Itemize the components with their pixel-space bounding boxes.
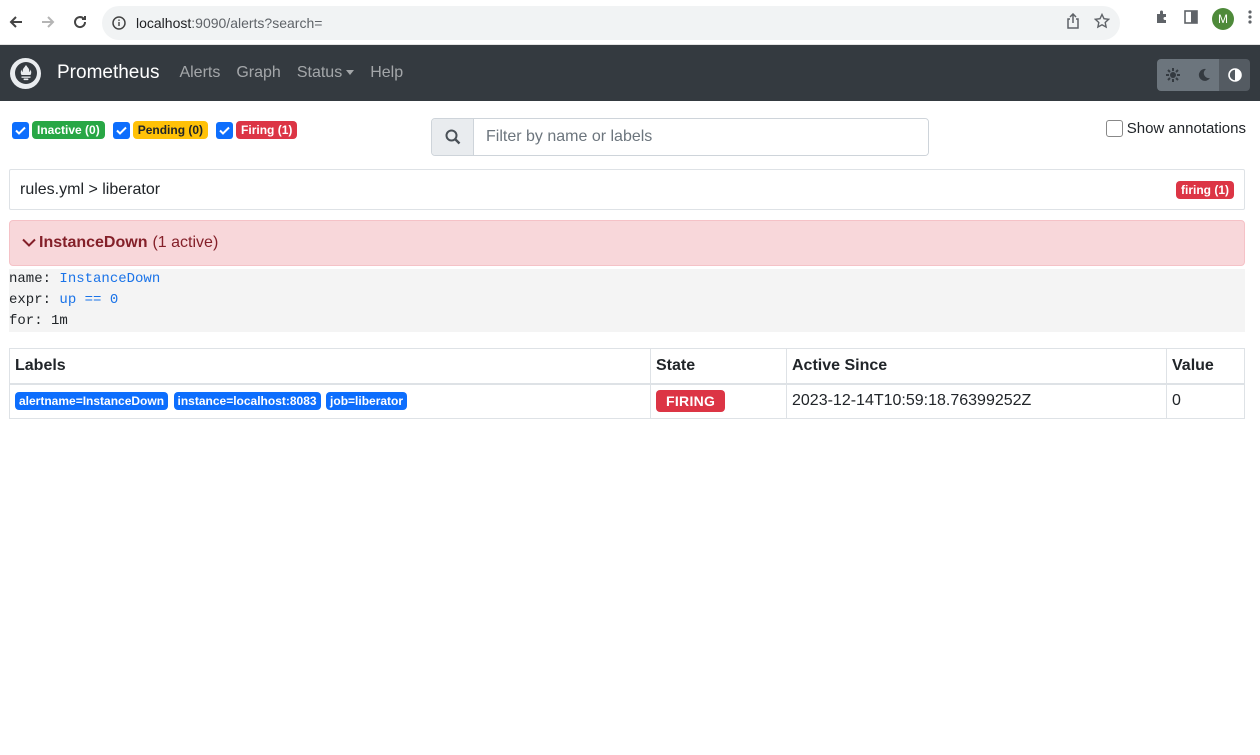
nav-status-label: Status — [296, 64, 343, 81]
caret-down-icon — [346, 70, 355, 76]
rule-def-expr-line: expr: up == 0 — [9, 290, 1245, 311]
search-icon — [432, 119, 474, 155]
col-labels: Labels — [9, 348, 651, 385]
chevron-down-icon[interactable] — [22, 238, 36, 248]
nav-help[interactable]: Help — [370, 64, 403, 82]
pending-checkbox[interactable] — [112, 121, 130, 139]
rule-def-for-line: for: 1m — [9, 311, 1245, 332]
search-input[interactable] — [474, 119, 928, 155]
active-since-cell: 2023-12-14T10:59:18.76399252Z — [786, 383, 1167, 419]
col-active-since: Active Since — [786, 348, 1167, 385]
check-icon — [15, 126, 26, 135]
rule-def-for-value: 1m — [51, 313, 68, 329]
back-button[interactable] — [0, 6, 32, 38]
theme-toggle-group — [1157, 59, 1250, 91]
side-panel-icon[interactable] — [1184, 9, 1198, 29]
rule-def-expr-value[interactable]: up == 0 — [59, 292, 118, 308]
url-text: localhost:9090/alerts?search= — [136, 15, 322, 31]
nav-graph[interactable]: Graph — [236, 64, 280, 82]
arrow-left-icon — [9, 16, 22, 28]
gear-icon — [1165, 68, 1180, 82]
rule-def-name-value[interactable]: InstanceDown — [59, 271, 160, 287]
reload-icon — [74, 16, 87, 29]
profile-avatar[interactable]: M — [1212, 8, 1234, 30]
labels-cell: alertname=InstanceDown instance=localhos… — [9, 383, 651, 419]
kebab-menu-icon[interactable] — [1248, 9, 1252, 30]
label-badge-job: job=liberator — [326, 392, 408, 411]
rule-def-expr-key: expr: — [9, 292, 52, 308]
show-annotations-toggle[interactable]: Show annotations — [1105, 120, 1246, 137]
half-circle-icon — [1227, 68, 1242, 82]
nav-alerts[interactable]: Alerts — [179, 64, 220, 82]
auto-theme-button[interactable] — [1219, 59, 1250, 91]
col-state: State — [650, 348, 787, 385]
show-annotations-checkbox[interactable] — [1105, 120, 1123, 137]
rule-group-title: rules.yml > liberator — [20, 180, 161, 198]
light-theme-button[interactable] — [1157, 59, 1188, 91]
moon-icon — [1198, 68, 1210, 81]
value-cell: 0 — [1166, 383, 1245, 419]
search-group — [431, 118, 929, 156]
alert-rule-active-count: (1 active) — [152, 234, 219, 251]
table-row: alertname=InstanceDown instance=localhos… — [9, 383, 1245, 419]
col-value: Value — [1166, 348, 1245, 385]
alerts-table: Labels State Active Since Value alertnam… — [9, 348, 1245, 419]
rule-group-header: rules.yml > liberator firing (1) — [9, 169, 1245, 210]
site-info-icon[interactable] — [102, 16, 136, 30]
url-path: :9090/alerts?search= — [191, 15, 323, 31]
url-host: localhost — [136, 15, 192, 31]
alert-rule-toggle[interactable]: InstanceDown (1 active) — [9, 220, 1245, 266]
rule-def-name-key: name: — [9, 271, 52, 287]
share-icon[interactable] — [1066, 12, 1080, 34]
check-icon — [115, 126, 127, 135]
check-icon — [219, 126, 230, 135]
pending-badge[interactable]: Pending (0) — [132, 121, 209, 139]
inactive-badge[interactable]: Inactive (0) — [32, 121, 105, 139]
forward-button[interactable] — [32, 6, 64, 38]
rule-def-name-line: name: InstanceDown — [9, 269, 1245, 290]
prometheus-logo-icon[interactable] — [10, 57, 41, 89]
state-cell: FIRING — [650, 383, 787, 419]
show-annotations-label: Show annotations — [1126, 120, 1246, 137]
rule-def-for-key: for: — [9, 313, 43, 329]
label-badge-alertname: alertname=InstanceDown — [15, 392, 169, 411]
brand-title[interactable]: Prometheus — [57, 62, 159, 84]
nav-status-dropdown[interactable]: Status — [296, 64, 355, 82]
arrow-right-icon — [42, 16, 55, 28]
top-navbar: Prometheus Alerts Graph Status Help — [0, 45, 1260, 101]
group-firing-badge: firing (1) — [1176, 180, 1234, 199]
bookmark-star-icon[interactable] — [1093, 12, 1111, 34]
state-badge: FIRING — [656, 390, 726, 413]
browser-toolbar: localhost:9090/alerts?search= M — [0, 0, 1260, 45]
table-header-row: Labels State Active Since Value — [9, 348, 1245, 385]
extensions-icon[interactable] — [1154, 9, 1170, 30]
alert-rule-name: InstanceDown — [39, 234, 148, 251]
state-filters: Inactive (0) Pending (0) Firing (1) — [12, 121, 301, 139]
address-bar[interactable]: localhost:9090/alerts?search= — [102, 6, 1120, 40]
inactive-checkbox[interactable] — [12, 121, 29, 139]
rule-definition: name: InstanceDown expr: up == 0 for: 1m — [9, 269, 1245, 332]
firing-checkbox[interactable] — [216, 121, 234, 139]
main-content: Inactive (0) Pending (0) Firing (1) Show… — [0, 101, 1260, 755]
reload-button[interactable] — [64, 6, 96, 38]
label-badge-instance: instance=localhost:8083 — [173, 392, 321, 411]
dark-theme-button[interactable] — [1188, 59, 1219, 91]
firing-badge[interactable]: Firing (1) — [236, 121, 298, 139]
